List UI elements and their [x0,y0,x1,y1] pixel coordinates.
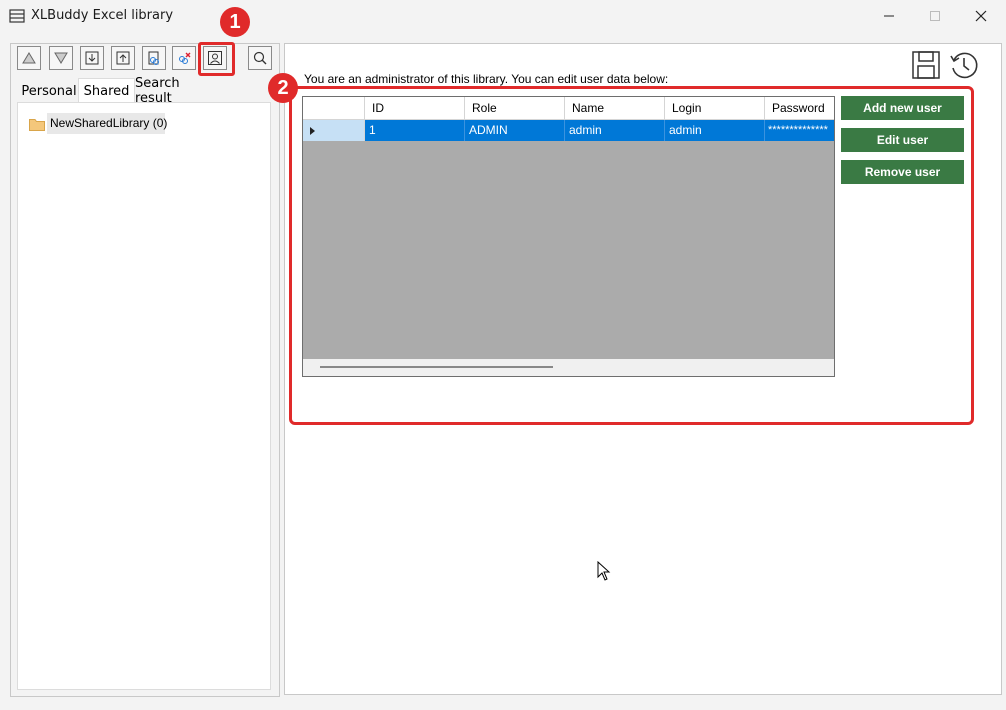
tree-item-label: NewSharedLibrary (0) [50,116,168,130]
tab-shared[interactable]: Shared [78,78,135,103]
close-button[interactable] [958,0,1004,32]
library-tree[interactable] [17,102,271,690]
search-icon [253,51,267,65]
maximize-icon [930,11,940,21]
tab-personal[interactable]: Personal [19,80,79,102]
app-icon [9,8,25,24]
window-title: XLBuddy Excel library [31,8,174,23]
save-button[interactable] [911,50,941,84]
export-button[interactable] [111,46,135,70]
minimize-button[interactable] [866,0,912,32]
unlink-button[interactable] [172,46,196,70]
link-button[interactable] [142,46,166,70]
save-icon [912,51,940,79]
tab-search-result[interactable]: Search result [135,76,220,106]
annotation-highlight-2 [289,86,974,425]
link-icon [148,51,159,65]
mouse-cursor-icon [597,560,611,585]
maximize-button[interactable] [912,0,958,32]
import-button[interactable] [80,46,104,70]
history-button[interactable] [948,50,980,86]
move-down-icon [54,52,68,64]
close-icon [975,10,987,22]
move-down-button[interactable] [49,46,73,70]
history-icon [950,52,978,79]
unlink-icon [179,52,191,64]
folder-icon [29,116,45,135]
annotation-highlight-1 [198,42,235,76]
move-up-icon [22,52,36,64]
search-button[interactable] [248,46,272,70]
minimize-icon [884,15,894,17]
annotation-badge-2: 2 [268,73,298,103]
annotation-badge-1: 1 [220,7,250,37]
admin-message: You are an administrator of this library… [304,72,669,86]
import-icon [85,51,99,65]
export-icon [116,51,130,65]
move-up-button[interactable] [17,46,41,70]
